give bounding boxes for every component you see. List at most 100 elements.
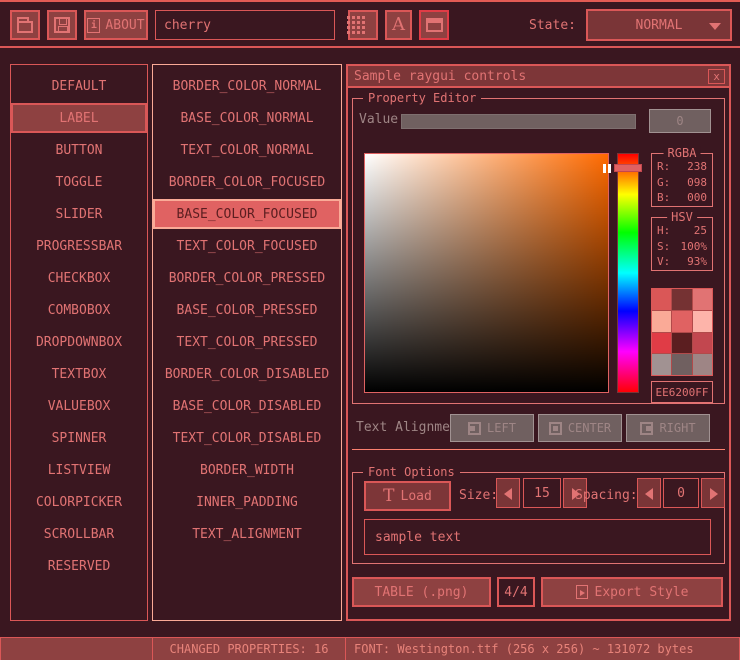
align-right-button: RIGHT [626, 414, 710, 442]
value-label: Value: [359, 112, 406, 127]
saturation-value-box[interactable]: S: 100% [657, 240, 707, 253]
status-font-info: FONT: Westington.ttf (256 x 256) ~ 13107… [346, 638, 739, 660]
load-font-button[interactable]: T Load [364, 481, 451, 511]
controls-list-item[interactable]: SPINNER [11, 423, 147, 453]
controls-list-item[interactable]: SLIDER [11, 199, 147, 229]
properties-list-item[interactable]: BASE_COLOR_NORMAL [153, 103, 341, 133]
rguistyler-app: i ABOUT A State: NORMAL DEFAULT LABEL BU… [0, 0, 740, 660]
table-image-button[interactable] [348, 10, 378, 40]
spacing-label: Spacing: [575, 488, 638, 503]
hue-bar[interactable] [617, 153, 639, 393]
font-a-icon: A [392, 16, 405, 34]
section-divider-line [352, 449, 725, 450]
properties-list-item[interactable]: BORDER_COLOR_DISABLED [153, 359, 341, 389]
export-table-button[interactable]: TABLE (.png) [352, 577, 491, 607]
controls-list-item-selected[interactable]: LABEL [11, 103, 147, 133]
palette-swatch[interactable] [693, 289, 712, 310]
pages-value-box[interactable]: 4/4 [497, 577, 535, 607]
align-center-icon [549, 422, 562, 435]
font-options-group: Font Options T Load Size: 15 Spacing: 0 … [352, 472, 725, 564]
style-color-palette [651, 288, 713, 376]
properties-list-item[interactable]: BORDER_COLOR_FOCUSED [153, 167, 341, 197]
controls-list-item[interactable]: LISTVIEW [11, 455, 147, 485]
close-icon: x [713, 71, 720, 83]
color-picker-cursor-icon[interactable] [603, 164, 606, 173]
properties-list-item[interactable]: BORDER_COLOR_PRESSED [153, 263, 341, 293]
spacing-decrease-button[interactable] [637, 478, 661, 508]
hue-value-box[interactable]: H: 25 [657, 224, 707, 237]
toolbar: i ABOUT A State: NORMAL [0, 4, 740, 48]
save-style-button[interactable] [47, 10, 77, 40]
controls-list-item[interactable]: COMBOBOX [11, 295, 147, 325]
properties-list-item[interactable]: TEXT_COLOR_PRESSED [153, 327, 341, 357]
properties-list-item[interactable]: TEXT_COLOR_FOCUSED [153, 231, 341, 261]
style-name-input[interactable] [155, 10, 335, 40]
palette-swatch[interactable] [652, 289, 671, 310]
palette-swatch[interactable] [652, 311, 671, 332]
blue-value-box[interactable]: B: 000 [657, 191, 707, 204]
properties-list-item-selected[interactable]: BASE_COLOR_FOCUSED [153, 199, 341, 229]
controls-list-item[interactable]: RESERVED [11, 551, 147, 581]
controls-list-item[interactable]: VALUEBOX [11, 391, 147, 421]
property-editor-label: Property Editor [363, 91, 481, 105]
hsv-values: H: 25 S: 100% V: 93% [657, 224, 707, 268]
align-right-icon [640, 422, 653, 435]
palette-swatch[interactable] [693, 311, 712, 332]
properties-list-item[interactable]: BORDER_WIDTH [153, 455, 341, 485]
palette-swatch[interactable] [672, 311, 691, 332]
state-dropdown-value: NORMAL [636, 18, 683, 33]
properties-list-item[interactable]: BASE_COLOR_DISABLED [153, 391, 341, 421]
window-titlebar: Sample raygui controls x [348, 66, 729, 88]
font-options-label: Font Options [363, 465, 460, 479]
color-picker-panel[interactable] [364, 153, 609, 393]
palette-swatch[interactable] [672, 333, 691, 354]
controls-list-item[interactable]: DEFAULT [11, 71, 147, 101]
rgba-values: R: 238 G: 098 B: 000 [657, 160, 707, 204]
properties-list-item[interactable]: BORDER_COLOR_NORMAL [153, 71, 341, 101]
properties-list-item[interactable]: TEXT_COLOR_DISABLED [153, 423, 341, 453]
about-button[interactable]: i ABOUT [84, 10, 148, 40]
export-style-button[interactable]: Export Style [541, 577, 723, 607]
state-dropdown[interactable]: NORMAL [586, 9, 732, 41]
align-left-button: LEFT [450, 414, 534, 442]
palette-swatch[interactable] [652, 333, 671, 354]
green-value-box[interactable]: G: 098 [657, 176, 707, 189]
properties-list-item[interactable]: BASE_COLOR_PRESSED [153, 295, 341, 325]
close-button[interactable]: x [708, 69, 725, 84]
properties-list-item[interactable]: TEXT_COLOR_NORMAL [153, 135, 341, 165]
size-decrease-button[interactable] [496, 478, 520, 508]
palette-swatch[interactable] [672, 289, 691, 310]
palette-swatch[interactable] [672, 354, 691, 375]
hsv-label: HSV [667, 210, 697, 224]
palette-swatch[interactable] [693, 354, 712, 375]
size-value-box[interactable]: 15 [523, 478, 561, 508]
hex-color-input[interactable]: EE6200FF [651, 381, 713, 403]
controls-list-item[interactable]: COLORPICKER [11, 487, 147, 517]
palette-swatch[interactable] [652, 354, 671, 375]
controls-list-item[interactable]: PROGRESSBAR [11, 231, 147, 261]
spacing-value-box[interactable]: 0 [663, 478, 699, 508]
properties-list-item[interactable]: TEXT_ALIGNMENT [153, 519, 341, 549]
controls-list-item[interactable]: CHECKBOX [11, 263, 147, 293]
sample-controls-window: Sample raygui controls x Property Editor… [346, 64, 731, 621]
export-file-icon [576, 585, 588, 599]
red-value-box[interactable]: R: 238 [657, 160, 707, 173]
font-load-icon: T [383, 488, 394, 505]
controls-list-item[interactable]: TOGGLE [11, 167, 147, 197]
rgba-label: RGBA [664, 146, 701, 160]
value-value-box[interactable]: V: 93% [657, 255, 707, 268]
spacing-increase-button[interactable] [701, 478, 725, 508]
properties-list-item[interactable]: INNER_PADDING [153, 487, 341, 517]
font-button[interactable]: A [385, 10, 412, 40]
controls-list-item[interactable]: BUTTON [11, 135, 147, 165]
controls-list-item[interactable]: SCROLLBAR [11, 519, 147, 549]
controls-listview: DEFAULT LABEL BUTTON TOGGLE SLIDER PROGR… [10, 64, 148, 621]
palette-swatch[interactable] [693, 333, 712, 354]
window-mode-button[interactable] [419, 10, 449, 40]
controls-list-item[interactable]: DROPDOWNBOX [11, 327, 147, 357]
align-left-icon [468, 422, 481, 435]
open-style-button[interactable] [10, 10, 40, 40]
sample-text-input[interactable]: sample text [364, 519, 711, 555]
controls-list-item[interactable]: TEXTBOX [11, 359, 147, 389]
hue-slider-handle[interactable] [614, 164, 642, 172]
